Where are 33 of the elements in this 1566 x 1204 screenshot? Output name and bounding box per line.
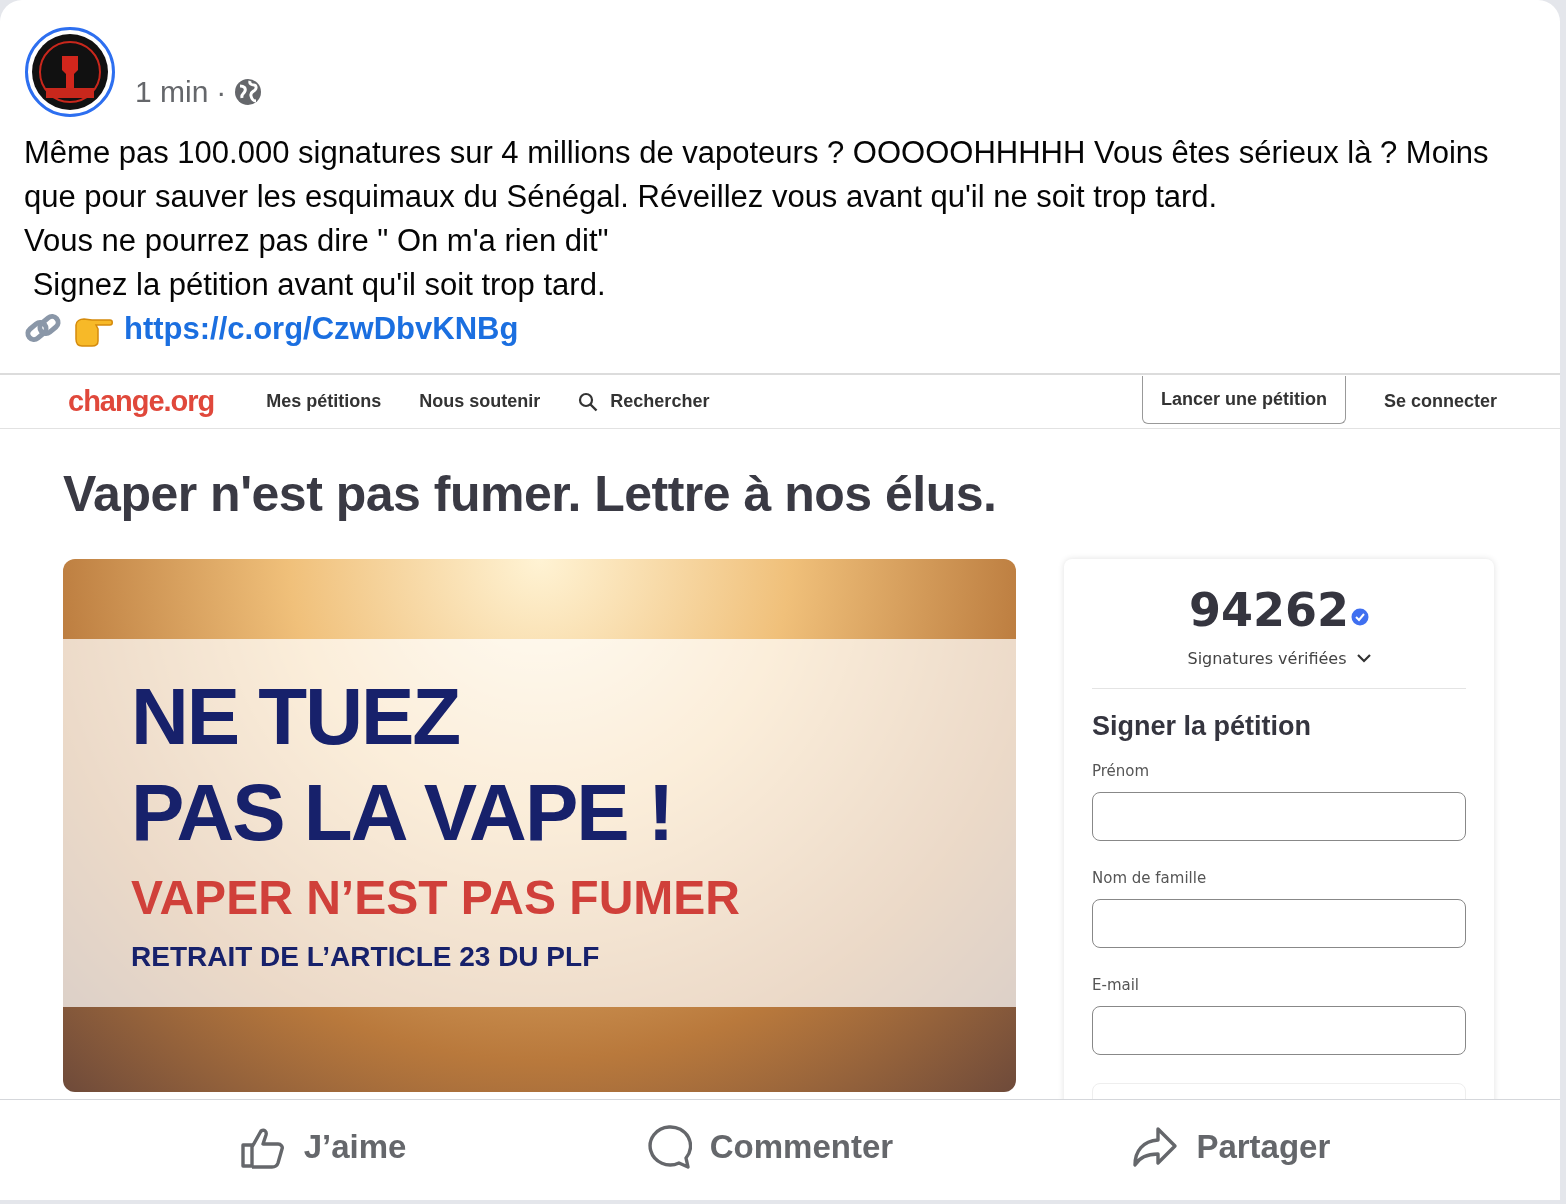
search-icon [578,391,599,412]
form-title: Signer la pétition [1092,711,1313,742]
petition-link[interactable]: https://c.org/CzwDbvKNBg [124,307,519,351]
field-label: Nom de famille [1092,869,1208,887]
field-label: Prénom [1092,762,1151,780]
input-field[interactable] [1092,792,1466,841]
globe-icon [234,78,263,106]
start-petition-button[interactable]: Lancer une pétition [1141,375,1346,424]
share-button[interactable]: Partager [1122,1119,1341,1174]
banner-subtitle: VAPER N’EST PAS FUMER [131,870,740,926]
speech-bubble-icon [645,1123,692,1170]
post-time[interactable]: 1 min [135,75,209,109]
input-field[interactable] [1092,1006,1466,1055]
change-org-logo[interactable]: change.org [68,385,215,418]
petition-title: Vaper n'est pas fumer. Lettre à nos élus. [63,465,998,523]
post-text: Signez la pétition avant qu'il soit trop tard. [31,266,607,304]
like-button[interactable]: J’aime [229,1118,417,1175]
signature-count: 94262 [1188,583,1349,637]
search-link[interactable]: Rechercher [578,391,710,412]
banner-headline: NE TUEZ [131,671,460,763]
input-field[interactable] [1092,899,1466,948]
chevron-down-icon[interactable] [1356,653,1371,664]
nav-link[interactable]: Mes pétitions [266,391,382,412]
banner-note: RETRAIT DE L’ARTICLE 23 DU PLF [131,940,600,974]
nav-link[interactable]: Nous soutenir [419,391,541,412]
signature-label: Signatures vérifiées [1187,649,1347,668]
post-text: Même pas 100.000 signatures sur 4 millions de vapoteurs ? OOOOOHHHHH Vous êtes sérieux là ? Moins que pour sauver les esquimaux du Sénégal. Réveillez vous avant qu'il ne soit trop tard. [24,134,1490,216]
separator: · [216,75,227,109]
share-arrow-icon [1132,1125,1179,1168]
comment-button[interactable]: Commenter [635,1117,904,1176]
post-text: Vous ne pourrez pas dire " On m'a rien dit" [24,222,610,260]
field-label: E-mail [1092,976,1141,994]
banner-headline: PAS LA VAPE ! [131,767,673,859]
